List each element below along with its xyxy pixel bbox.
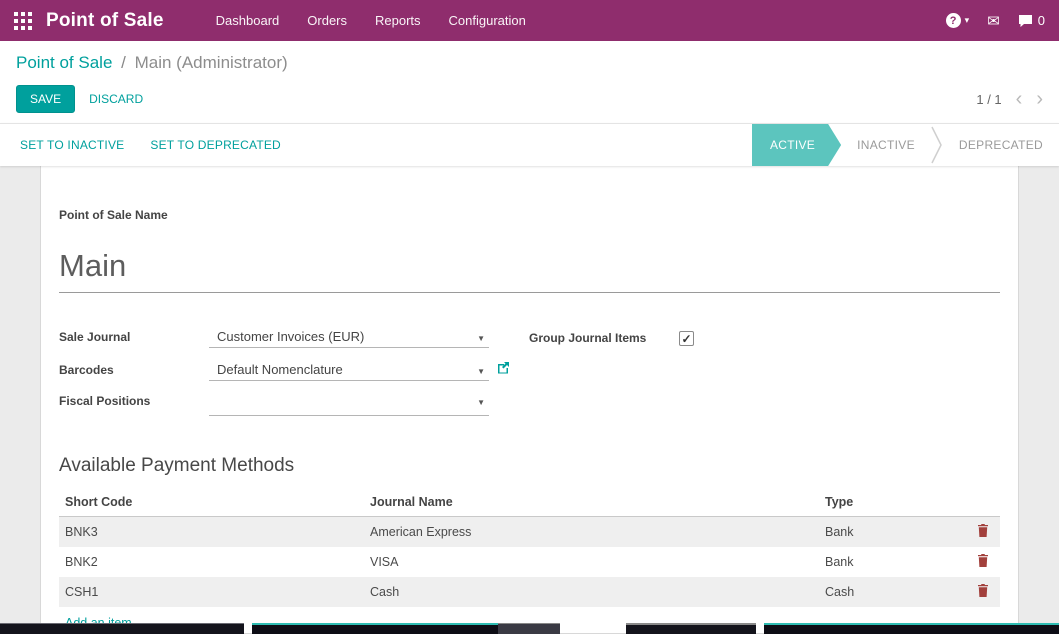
breadcrumb-separator: / <box>121 53 126 72</box>
cell-type[interactable]: Cash <box>819 577 966 607</box>
top-navbar: Point of Sale Dashboard Orders Reports C… <box>0 0 1059 41</box>
background-window[interactable] <box>0 623 244 634</box>
help-icon: ? <box>946 13 961 28</box>
column-short-code[interactable]: Short Code <box>59 489 364 517</box>
external-link-icon[interactable] <box>497 361 510 374</box>
background-window[interactable] <box>252 623 498 634</box>
delete-row-button[interactable] <box>977 584 989 600</box>
breadcrumb-parent[interactable]: Point of Sale <box>16 53 112 72</box>
background-window[interactable] <box>498 623 560 634</box>
discard-button[interactable]: DISCARD <box>75 86 157 112</box>
table-row[interactable]: BNK2 VISA Bank <box>59 547 1000 577</box>
help-menu[interactable]: ? ▾ <box>946 13 970 28</box>
fiscal-positions-label: Fiscal Positions <box>59 394 209 408</box>
chat-bubble-icon <box>1018 14 1033 28</box>
menu-configuration[interactable]: Configuration <box>449 13 526 28</box>
app-title: Point of Sale <box>46 10 164 32</box>
column-journal-name[interactable]: Journal Name <box>364 489 819 517</box>
content-area: Point of Sale Name Main Sale Journal Cus… <box>0 166 1059 634</box>
cell-short-code[interactable]: BNK2 <box>59 547 364 577</box>
menu-orders[interactable]: Orders <box>307 13 347 28</box>
pos-name-input[interactable]: Main <box>59 248 1000 293</box>
cell-type[interactable]: Bank <box>819 517 966 548</box>
sale-journal-label: Sale Journal <box>59 330 209 344</box>
stage-active[interactable]: ACTIVE <box>752 124 841 166</box>
pos-name-label: Point of Sale Name <box>59 208 1000 222</box>
breadcrumb: Point of Sale / Main (Administrator) <box>16 53 1043 73</box>
apps-grid-icon[interactable] <box>14 12 32 30</box>
cell-journal-name[interactable]: Cash <box>364 577 819 607</box>
table-row[interactable]: CSH1 Cash Cash <box>59 577 1000 607</box>
stage-chevron-icon <box>931 124 943 166</box>
dropdown-caret-icon: ▼ <box>477 398 485 407</box>
trash-icon <box>977 524 989 537</box>
group-journal-items-label: Group Journal Items <box>529 331 679 345</box>
cell-type[interactable]: Bank <box>819 547 966 577</box>
dropdown-caret-icon: ▼ <box>477 334 485 343</box>
barcodes-value: Default Nomenclature <box>217 362 343 377</box>
set-to-deprecated-button[interactable]: SET TO DEPRECATED <box>150 138 281 152</box>
delete-row-button[interactable] <box>977 524 989 540</box>
cell-journal-name[interactable]: VISA <box>364 547 819 577</box>
cell-short-code[interactable]: CSH1 <box>59 577 364 607</box>
pager: 1 / 1 ‹ › <box>976 89 1043 109</box>
save-button[interactable]: SAVE <box>16 85 75 113</box>
statusbar: SET TO INACTIVE SET TO DEPRECATED ACTIVE… <box>0 123 1059 166</box>
menu-reports[interactable]: Reports <box>375 13 421 28</box>
pager-value: 1 / 1 <box>976 92 1001 107</box>
cell-journal-name[interactable]: American Express <box>364 517 819 548</box>
trash-icon <box>977 584 989 597</box>
fiscal-positions-select[interactable]: ▼ <box>209 398 489 416</box>
payment-methods-title: Available Payment Methods <box>59 455 1000 477</box>
delete-row-button[interactable] <box>977 554 989 570</box>
chat-counter[interactable]: 0 <box>1018 13 1045 28</box>
form-sheet: Point of Sale Name Main Sale Journal Cus… <box>40 166 1019 634</box>
chevron-down-icon: ▾ <box>965 15 970 26</box>
table-row[interactable]: BNK3 American Express Bank <box>59 517 1000 548</box>
trash-icon <box>977 554 989 567</box>
taskbar-gap <box>756 623 764 634</box>
status-stages: ACTIVE INACTIVE DEPRECATED <box>752 124 1059 166</box>
cell-short-code[interactable]: BNK3 <box>59 517 364 548</box>
pager-previous-icon[interactable]: ‹ <box>1016 89 1023 109</box>
messages-icon[interactable]: ✉ <box>987 12 1000 30</box>
breadcrumb-current: Main (Administrator) <box>135 53 288 72</box>
sale-journal-select[interactable]: Customer Invoices (EUR) ▼ <box>209 329 489 348</box>
column-type[interactable]: Type <box>819 489 966 517</box>
group-journal-items-checkbox[interactable]: ✓ <box>679 331 694 346</box>
sale-journal-value: Customer Invoices (EUR) <box>217 329 364 344</box>
stage-inactive[interactable]: INACTIVE <box>841 124 931 166</box>
barcodes-label: Barcodes <box>59 363 209 377</box>
main-menu: Dashboard Orders Reports Configuration <box>216 13 526 28</box>
dropdown-caret-icon: ▼ <box>477 367 485 376</box>
taskbar-gap <box>560 623 626 634</box>
background-window[interactable] <box>764 623 1059 634</box>
background-window[interactable] <box>626 623 756 634</box>
column-actions <box>966 489 1000 517</box>
menu-dashboard[interactable]: Dashboard <box>216 13 280 28</box>
taskbar-windows <box>0 623 1059 634</box>
chat-count: 0 <box>1038 13 1045 28</box>
set-to-inactive-button[interactable]: SET TO INACTIVE <box>20 138 124 152</box>
payment-methods-table: Short Code Journal Name Type BNK3 Americ… <box>59 489 1000 607</box>
stage-deprecated[interactable]: DEPRECATED <box>943 124 1059 166</box>
control-panel: Point of Sale / Main (Administrator) SAV… <box>0 41 1059 123</box>
navbar-right: ? ▾ ✉ 0 <box>946 12 1045 30</box>
taskbar-gap <box>244 623 252 634</box>
pager-next-icon[interactable]: › <box>1036 89 1043 109</box>
barcodes-select[interactable]: Default Nomenclature ▼ <box>209 362 489 381</box>
